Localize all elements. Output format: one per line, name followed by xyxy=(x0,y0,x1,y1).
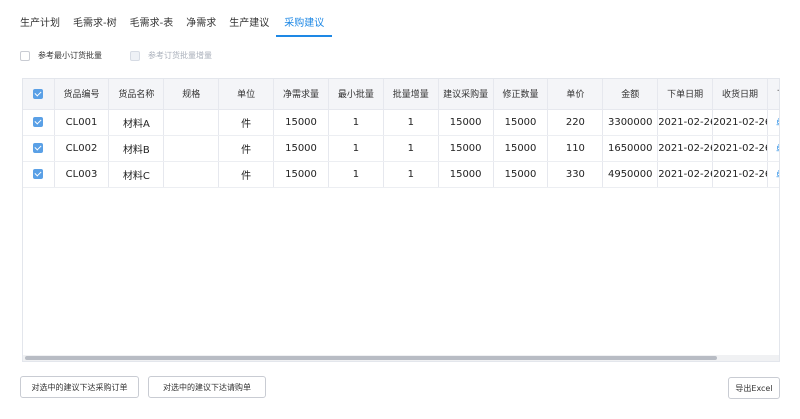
cell-item-name: 材料B xyxy=(108,135,165,162)
cell-receive-date: 2021-02-26 xyxy=(712,161,768,188)
cell-suggested-qty: 15000 xyxy=(438,135,494,162)
row-select-cell[interactable] xyxy=(23,161,55,188)
cell-adjusted-qty[interactable]: 15000 xyxy=(493,161,549,188)
order-increment-checkbox xyxy=(130,50,140,61)
issue-purchase-order-button[interactable]: 对选中的建议下达采购订单 xyxy=(20,376,139,398)
tab-bar: 生产计划 毛需求-树 毛需求-表 净需求 生产建议 采购建议 xyxy=(20,10,345,37)
cell-order-date: 2021-02-26 xyxy=(657,161,714,188)
cell-lot-increment: 1 xyxy=(383,135,439,162)
scrollbar-thumb[interactable] xyxy=(25,356,717,360)
cell-unit-price: 110 xyxy=(547,135,604,162)
cell-item-name: 材料A xyxy=(108,109,165,136)
col-adjusted-qty: 修正数量 xyxy=(493,79,549,110)
col-lot-increment: 批量增量 xyxy=(383,79,439,110)
cell-spec xyxy=(163,135,220,162)
min-order-option[interactable]: 参考最小订货批量 xyxy=(20,50,102,61)
col-item-name: 货品名称 xyxy=(108,79,165,110)
issue-purchase-link[interactable]: 单击下达 xyxy=(767,135,779,162)
col-suggested-qty: 建议采购量 xyxy=(438,79,494,110)
cell-amount: 4950000 xyxy=(602,161,659,188)
table-row[interactable]: CL001 材料A 件 15000 1 1 15000 15000 220 33… xyxy=(23,109,779,136)
min-order-checkbox[interactable] xyxy=(20,50,30,61)
cell-spec xyxy=(163,109,220,136)
table-row[interactable]: CL002 材料B 件 15000 1 1 15000 15000 110 16… xyxy=(23,135,779,162)
cell-min-lot: 1 xyxy=(328,109,384,136)
select-all-checkbox[interactable] xyxy=(33,88,44,99)
row-select-cell[interactable] xyxy=(23,109,55,136)
cell-amount: 1650000 xyxy=(602,135,659,162)
tab-gross-demand-tree[interactable]: 毛需求-树 xyxy=(73,10,117,35)
row-checkbox[interactable] xyxy=(33,116,44,127)
options-row: 参考最小订货批量 参考订货批量增量 xyxy=(20,50,240,61)
data-table: 货品编号 货品名称 规格 单位 净需求量 最小批量 批量增量 建议采购量 修正数… xyxy=(23,79,779,188)
export-excel-button[interactable]: 导出Excel xyxy=(728,377,780,399)
tab-production-plan[interactable]: 生产计划 xyxy=(20,10,60,35)
cell-order-date: 2021-02-26 xyxy=(657,135,714,162)
horizontal-scrollbar[interactable] xyxy=(23,355,779,361)
cell-spec xyxy=(163,161,220,188)
issue-purchase-link[interactable]: 单击下达 xyxy=(767,109,779,136)
cell-receive-date: 2021-02-26 xyxy=(712,109,768,136)
cell-order-date: 2021-02-26 xyxy=(657,109,714,136)
cell-amount: 3300000 xyxy=(602,109,659,136)
cell-item-code: CL001 xyxy=(54,109,110,136)
cell-adjusted-qty[interactable]: 15000 xyxy=(493,135,549,162)
tab-production-suggestion[interactable]: 生产建议 xyxy=(229,10,269,35)
cell-min-lot: 1 xyxy=(328,135,384,162)
tab-gross-demand-table[interactable]: 毛需求-表 xyxy=(130,10,174,35)
purchase-suggestion-grid: 货品编号 货品名称 规格 单位 净需求量 最小批量 批量增量 建议采购量 修正数… xyxy=(22,78,780,362)
order-increment-option: 参考订货批量增量 xyxy=(130,50,212,61)
tab-purchase-suggestion[interactable]: 采购建议 xyxy=(276,10,333,37)
cell-item-name: 材料C xyxy=(108,161,165,188)
col-order-date: 下单日期 xyxy=(657,79,714,110)
col-min-lot: 最小批量 xyxy=(328,79,384,110)
col-amount: 金额 xyxy=(602,79,659,110)
cell-unit: 件 xyxy=(218,109,275,136)
cell-suggested-qty: 15000 xyxy=(438,109,494,136)
order-increment-label: 参考订货批量增量 xyxy=(148,51,212,60)
cell-unit: 件 xyxy=(218,135,275,162)
cell-adjusted-qty[interactable]: 15000 xyxy=(493,109,549,136)
cell-suggested-qty: 15000 xyxy=(438,161,494,188)
cell-net-demand: 15000 xyxy=(273,135,329,162)
min-order-label: 参考最小订货批量 xyxy=(38,51,102,60)
header-row: 货品编号 货品名称 规格 单位 净需求量 最小批量 批量增量 建议采购量 修正数… xyxy=(23,79,779,110)
row-checkbox[interactable] xyxy=(33,142,44,153)
col-net-demand: 净需求量 xyxy=(273,79,329,110)
row-select-cell[interactable] xyxy=(23,135,55,162)
table-row[interactable]: CL003 材料C 件 15000 1 1 15000 15000 330 49… xyxy=(23,161,779,188)
cell-lot-increment: 1 xyxy=(383,109,439,136)
col-issue-purchase: 下达采购 xyxy=(767,79,779,110)
select-all-cell[interactable] xyxy=(23,79,55,110)
col-unit-price: 单价 xyxy=(547,79,604,110)
cell-min-lot: 1 xyxy=(328,161,384,188)
issue-purchase-link[interactable]: 单击下达 xyxy=(767,161,779,188)
cell-unit-price: 330 xyxy=(547,161,604,188)
cell-lot-increment: 1 xyxy=(383,161,439,188)
col-unit: 单位 xyxy=(218,79,275,110)
col-item-code: 货品编号 xyxy=(54,79,110,110)
row-checkbox[interactable] xyxy=(33,168,44,179)
cell-net-demand: 15000 xyxy=(273,161,329,188)
col-receive-date: 收货日期 xyxy=(712,79,768,110)
cell-unit: 件 xyxy=(218,161,275,188)
cell-item-code: CL003 xyxy=(54,161,110,188)
cell-net-demand: 15000 xyxy=(273,109,329,136)
issue-purchase-request-button[interactable]: 对选中的建议下达请购单 xyxy=(148,376,266,398)
cell-item-code: CL002 xyxy=(54,135,110,162)
col-spec: 规格 xyxy=(163,79,220,110)
cell-unit-price: 220 xyxy=(547,109,604,136)
cell-receive-date: 2021-02-26 xyxy=(712,135,768,162)
tab-net-demand[interactable]: 净需求 xyxy=(186,10,216,35)
